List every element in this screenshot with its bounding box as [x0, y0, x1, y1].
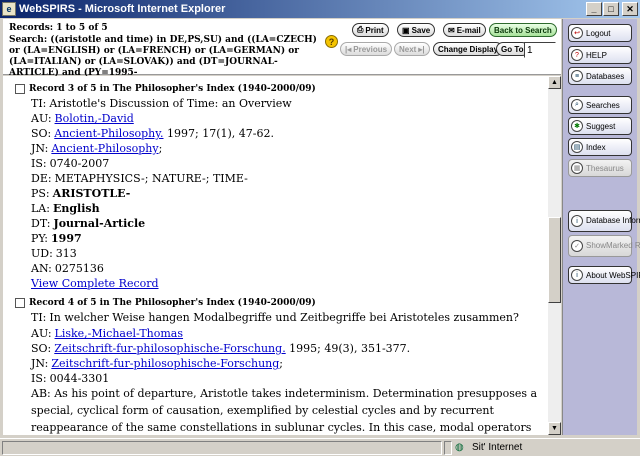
internet-zone-icon: ◍ — [455, 442, 464, 453]
suggest-icon: ✱ — [571, 120, 583, 132]
field-de: DE: METAPHYSICS-; NATURE-; TIME- — [31, 172, 248, 185]
records-count: Records: 1 to 5 of 5 — [9, 23, 108, 33]
search-query: Search: ((aristotle and time) in DE,PS,S… — [9, 35, 317, 78]
status-progress — [444, 441, 452, 455]
title-bar: e WebSPIRS - Microsoft Internet Explorer… — [0, 0, 640, 18]
field-so: SO: Ancient-Philosophy. 1997; 17(1), 47-6… — [31, 127, 274, 140]
field-is: IS: 0044-3301 — [31, 372, 110, 385]
help-icon: ? — [571, 49, 583, 61]
field-an: AN: 0275136 — [31, 262, 104, 275]
source-link[interactable]: Ancient-Philosophy. — [54, 127, 163, 140]
search-header: Records: 1 to 5 of 5 Search: ((aristotle… — [3, 19, 561, 78]
minimize-button[interactable]: _ — [586, 2, 602, 16]
status-message — [2, 441, 442, 455]
envelope-icon: ✉ — [448, 25, 455, 35]
email-button[interactable]: ✉ E-mail — [443, 23, 486, 37]
previous-arrow-icon: |◂ — [345, 44, 352, 54]
window-controls: _ □ ✕ — [585, 2, 638, 16]
field-ps: PS: ARISTOTLE- — [31, 187, 131, 200]
ie-icon: e — [2, 2, 16, 16]
logout-button[interactable]: ↩ Logout — [568, 24, 632, 42]
journal-link[interactable]: Ancient-Philosophy — [51, 142, 158, 155]
status-bar: ◍ Sit' Internet — [0, 438, 640, 456]
source-link[interactable]: Zeitschrift-fur-philosophische-Forschung… — [54, 342, 285, 355]
field-au: AU: Bolotin,-David — [31, 112, 134, 125]
next-button[interactable]: Next ▸| — [394, 42, 430, 56]
field-ud: UD: 313 — [31, 247, 77, 260]
view-complete-record-link[interactable]: View Complete Record — [31, 277, 159, 290]
field-jn: JN: Ancient-Philosophy; — [31, 142, 163, 155]
searches-icon: ⌕ — [571, 99, 583, 111]
field-so: SO: Zeitschrift-fur-philosophische-Forsch… — [31, 342, 411, 355]
results-pane: Record 3 of 5 in The Philosopher's Index… — [3, 76, 548, 435]
field-la: LA: English — [31, 202, 100, 215]
goto-page-input[interactable] — [524, 42, 556, 58]
author-link[interactable]: Bolotin,-David — [55, 112, 134, 125]
about-icon: i — [571, 269, 583, 281]
journal-link[interactable]: Zeitschrift-fur-philosophische-Forschung — [51, 357, 279, 370]
suggest-button[interactable]: ✱ Suggest — [568, 117, 632, 135]
field-dt: DT: Journal-Article — [31, 217, 146, 230]
save-button[interactable]: ▣ Save — [397, 23, 436, 37]
sidebar: ↩ Logout ? HELP ≡ Databases ⌕ Searches ✱ Sugg… — [562, 19, 640, 435]
change-display-button[interactable]: Change Display — [433, 42, 504, 56]
back-to-search-button[interactable]: Back to Search — [489, 23, 557, 37]
disk-icon: ▣ — [402, 25, 410, 35]
mark-record-checkbox[interactable] — [15, 298, 25, 308]
index-icon: ▤ — [571, 141, 583, 153]
field-ti: TI: In welcher Weise hangen Modalbegriffe… — [31, 311, 519, 324]
logout-icon: ↩ — [571, 27, 583, 39]
hint-icon[interactable]: ? — [325, 35, 338, 48]
about-webspirs-button[interactable]: iAbout WebSPIRS — [568, 266, 640, 284]
record-heading: Record 4 of 5 in The Philosopher's Index… — [15, 298, 316, 308]
scroll-thumb[interactable] — [548, 217, 561, 303]
window-title: WebSPIRS - Microsoft Internet Explorer — [19, 3, 226, 15]
databases-icon: ≡ — [571, 70, 583, 82]
field-jn: JN: Zeitschrift-fur-philosophische-Forsch… — [31, 357, 284, 370]
field-au: AU: Liske,-Michael-Thomas — [31, 327, 184, 340]
close-button[interactable]: ✕ — [622, 2, 638, 16]
maximize-button[interactable]: □ — [603, 2, 619, 16]
field-is: IS: 0740-2007 — [31, 157, 110, 170]
databases-button[interactable]: ≡ Databases — [568, 67, 632, 85]
previous-button[interactable]: |◂ Previous — [340, 42, 393, 56]
thesaurus-icon: ▦ — [571, 162, 583, 174]
searches-button[interactable]: ⌕ Searches — [568, 96, 632, 114]
author-link[interactable]: Liske,-Michael-Thomas — [55, 327, 183, 340]
show-marked-records-button[interactable]: ✓ShowMarked Records — [568, 235, 640, 257]
security-zone-label: Sit' Internet — [472, 442, 523, 453]
index-button[interactable]: ▤ Index — [568, 138, 632, 156]
help-button[interactable]: ? HELP — [568, 46, 632, 64]
database-information-button[interactable]: iDatabase Information — [568, 210, 640, 232]
info-icon: i — [571, 215, 583, 227]
field-py: PY: 1997 — [31, 232, 82, 245]
checkmark-icon: ✓ — [571, 240, 583, 252]
record-heading: Record 3 of 5 in The Philosopher's Index… — [15, 84, 316, 94]
print-button[interactable]: ⎙ Print — [352, 23, 389, 37]
field-ti: TI: Aristotle's Discussion of Time: an Ov… — [31, 97, 292, 110]
printer-icon: ⎙ — [357, 25, 364, 34]
scroll-up-icon[interactable]: ▲ — [548, 76, 561, 89]
scroll-down-icon[interactable]: ▼ — [548, 422, 561, 435]
thesaurus-button[interactable]: ▦ Thesaurus — [568, 159, 632, 177]
mark-record-checkbox[interactable] — [15, 84, 25, 94]
field-ab: AB: As his point of departure, Aristotle… — [31, 387, 538, 434]
vertical-scrollbar[interactable]: ▲ ▼ — [548, 76, 561, 435]
next-arrow-icon: ▸| — [418, 44, 425, 54]
